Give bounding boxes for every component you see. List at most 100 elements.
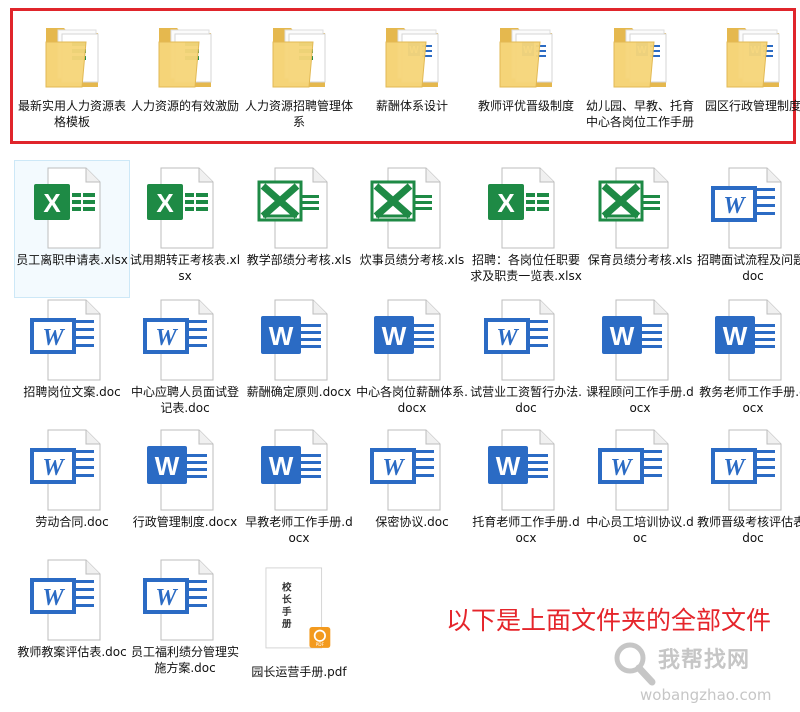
file-label: 中心各岗位薪酬体系.docx bbox=[356, 385, 468, 415]
file-item[interactable]: W 行政管理制度.docx bbox=[129, 428, 241, 530]
word-legacy-icon: W bbox=[584, 428, 696, 512]
svg-text:W: W bbox=[723, 321, 748, 351]
file-label: 园长运营手册.pdf bbox=[251, 665, 347, 679]
file-item[interactable]: W 中心应聘人员面试登记表.doc bbox=[129, 298, 241, 416]
file-label: 早教老师工作手册.docx bbox=[245, 515, 353, 545]
file-item[interactable]: W 教务老师工作手册.docx bbox=[697, 298, 800, 416]
pdf-thumb-char: 册 bbox=[282, 619, 292, 630]
svg-text:PDF: PDF bbox=[316, 642, 325, 648]
word-legacy-icon: W bbox=[16, 428, 128, 512]
folder-icon: W bbox=[356, 18, 468, 94]
file-item[interactable]: W 员工福利绩分管理实施方案.doc bbox=[129, 558, 241, 676]
word-legacy-icon: W bbox=[129, 298, 241, 382]
file-label: 招聘岗位文案.doc bbox=[23, 385, 121, 399]
file-label: 教务老师工作手册.docx bbox=[699, 385, 800, 415]
svg-text:W: W bbox=[496, 451, 521, 481]
svg-text:W: W bbox=[496, 325, 519, 351]
file-label: 教师教案评估表.doc bbox=[17, 645, 127, 659]
word-legacy-icon: W bbox=[697, 428, 800, 512]
file-item[interactable]: W 招聘岗位文案.doc bbox=[16, 298, 128, 400]
word-docx-icon: W bbox=[243, 428, 355, 512]
svg-text:W: W bbox=[155, 585, 178, 611]
svg-text:X: X bbox=[156, 188, 174, 218]
file-item[interactable]: W 薪酬确定原则.docx bbox=[243, 298, 355, 400]
svg-text:W: W bbox=[723, 455, 746, 481]
folder-item[interactable]: W 教师评优晋级制度 bbox=[470, 18, 582, 114]
word-docx-icon: W bbox=[243, 298, 355, 382]
svg-text:X: X bbox=[43, 188, 61, 218]
folder-item[interactable]: W 幼儿园、早教、托育中心各岗位工作手册 bbox=[584, 18, 696, 130]
excel-legacy-icon bbox=[356, 166, 468, 250]
file-item[interactable]: X 试用期转正考核表.xlsx bbox=[129, 166, 241, 284]
word-legacy-icon: W bbox=[356, 428, 468, 512]
watermark-title: 我帮找网 bbox=[658, 648, 751, 673]
file-label: 保密协议.doc bbox=[375, 515, 449, 529]
svg-text:W: W bbox=[610, 321, 635, 351]
folder-item[interactable]: 人力资源的有效激励 bbox=[129, 18, 241, 114]
excel-x-icon: X bbox=[129, 166, 241, 250]
excel-legacy-icon bbox=[584, 166, 696, 250]
folder-item[interactable]: W 薪酬体系设计 bbox=[356, 18, 468, 114]
excel-x-icon: X bbox=[16, 166, 128, 250]
file-item[interactable]: W 保密协议.doc bbox=[356, 428, 468, 530]
file-item[interactable]: 校长手册 PDF 园长运营手册.pdf bbox=[243, 566, 355, 680]
file-item[interactable]: X 员工离职申请表.xlsx bbox=[14, 160, 130, 298]
file-label: 招聘：各岗位任职要求及职责一览表.xlsx bbox=[470, 253, 582, 283]
file-item[interactable]: W 中心各岗位薪酬体系.docx bbox=[356, 298, 468, 416]
file-item[interactable]: W 招聘面试流程及问题.doc bbox=[697, 166, 800, 284]
file-label: 教学部绩分考核.xls bbox=[246, 253, 352, 267]
file-label: 薪酬确定原则.docx bbox=[246, 385, 352, 399]
folder-item[interactable]: W 园区行政管理制度 bbox=[697, 18, 800, 114]
file-item[interactable]: W 教师晋级考核评估表.doc bbox=[697, 428, 800, 546]
file-label: 教师晋级考核评估表.doc bbox=[697, 515, 800, 545]
folder-label: 教师评优晋级制度 bbox=[477, 99, 574, 113]
file-item[interactable]: W 试营业工资暂行办法.doc bbox=[470, 298, 582, 416]
svg-text:W: W bbox=[382, 321, 407, 351]
word-docx-icon: W bbox=[470, 428, 582, 512]
file-label: 中心员工培训协议.doc bbox=[586, 515, 694, 545]
svg-text:X: X bbox=[497, 188, 515, 218]
file-label: 行政管理制度.docx bbox=[132, 515, 238, 529]
word-docx-icon: W bbox=[584, 298, 696, 382]
file-item[interactable]: X 招聘：各岗位任职要求及职责一览表.xlsx bbox=[470, 166, 582, 284]
word-docx-icon: W bbox=[356, 298, 468, 382]
folder-icon: W bbox=[470, 18, 582, 94]
file-item[interactable]: W 托育老师工作手册.docx bbox=[470, 428, 582, 546]
folder-icon: W bbox=[697, 18, 800, 94]
file-item[interactable]: 保育员绩分考核.xls bbox=[584, 166, 696, 268]
svg-text:W: W bbox=[269, 451, 294, 481]
pdf-thumb-char: 手 bbox=[282, 606, 292, 618]
file-item[interactable]: W 教师教案评估表.doc bbox=[16, 558, 128, 660]
file-item[interactable]: W 中心员工培训协议.doc bbox=[584, 428, 696, 546]
file-item[interactable]: W 课程顾问工作手册.docx bbox=[584, 298, 696, 416]
file-item[interactable]: W 早教老师工作手册.docx bbox=[243, 428, 355, 546]
folder-label: 最新实用人力资源表格模板 bbox=[17, 99, 126, 129]
folder-icon bbox=[129, 18, 241, 94]
svg-text:W: W bbox=[155, 451, 180, 481]
folder-label: 园区行政管理制度 bbox=[704, 99, 800, 113]
svg-text:W: W bbox=[723, 193, 746, 219]
file-item[interactable]: 炊事员绩分考核.xls bbox=[356, 166, 468, 268]
pdf-thumb-char: 长 bbox=[282, 594, 292, 606]
file-label: 员工福利绩分管理实施方案.doc bbox=[130, 645, 239, 675]
watermark-url: wobangzhao.com bbox=[640, 686, 772, 704]
file-label: 员工离职申请表.xlsx bbox=[16, 253, 128, 267]
svg-text:W: W bbox=[42, 455, 65, 481]
svg-text:W: W bbox=[42, 585, 65, 611]
excel-x-icon: X bbox=[470, 166, 582, 250]
file-label: 炊事员绩分考核.xls bbox=[359, 253, 465, 267]
folder-icon bbox=[243, 18, 355, 94]
file-label: 托育老师工作手册.docx bbox=[472, 515, 580, 545]
annotation-note: 以下是上面文件夹的全部文件 bbox=[446, 606, 772, 635]
folder-label: 薪酬体系设计 bbox=[375, 99, 448, 113]
folder-label: 人力资源的有效激励 bbox=[130, 99, 239, 113]
folder-item[interactable]: 人力资源招聘管理体系 bbox=[243, 18, 355, 130]
file-item[interactable]: 教学部绩分考核.xls bbox=[243, 166, 355, 268]
svg-text:W: W bbox=[610, 455, 633, 481]
word-legacy-icon: W bbox=[470, 298, 582, 382]
folder-item[interactable]: 最新实用人力资源表格模板 bbox=[16, 18, 128, 130]
file-item[interactable]: W 劳动合同.doc bbox=[16, 428, 128, 530]
file-label: 中心应聘人员面试登记表.doc bbox=[130, 385, 239, 415]
folder-icon: W bbox=[584, 18, 696, 94]
word-legacy-icon: W bbox=[697, 166, 800, 250]
